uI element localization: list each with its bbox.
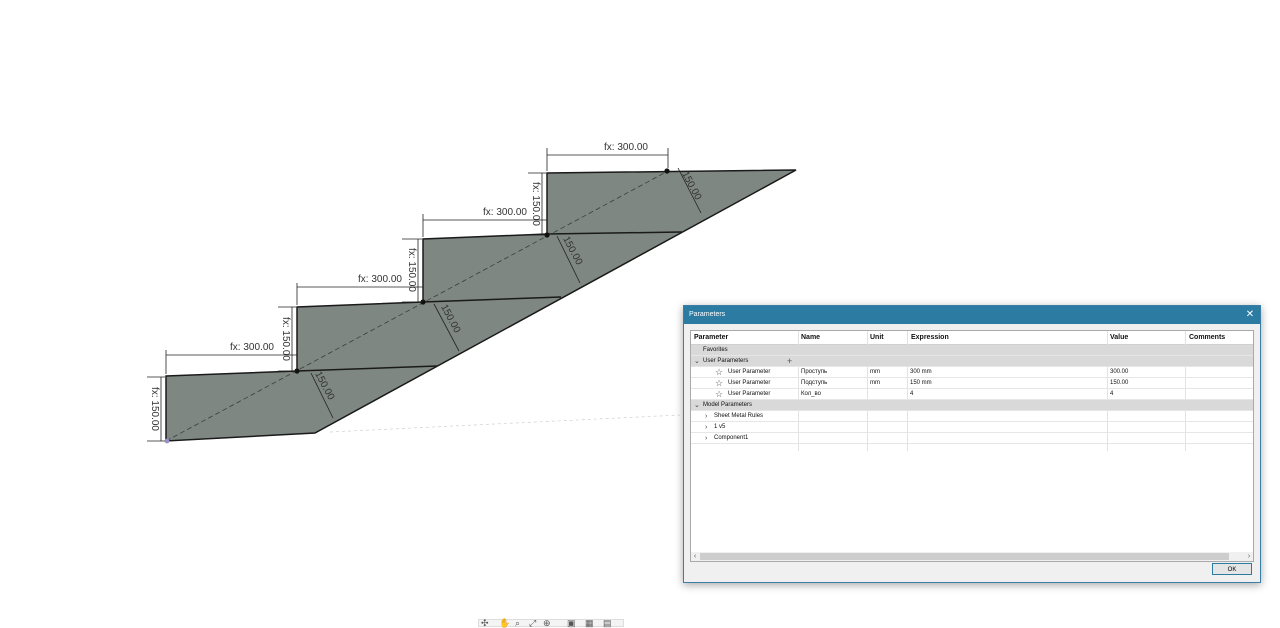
col-header-unit[interactable]: Unit xyxy=(870,331,884,344)
run-dim-3[interactable]: fx: 300.00 xyxy=(483,207,527,218)
param-name[interactable]: Кол_во xyxy=(801,389,821,400)
table-row[interactable]: › Sheet Metal Rules xyxy=(691,411,1253,422)
run-dim-1[interactable]: fx: 300.00 xyxy=(230,342,274,353)
rise-dim-1[interactable]: fx: 150.00 xyxy=(149,387,160,431)
table-row[interactable]: ☆ User Parameter Подступь mm 150 mm 150.… xyxy=(691,378,1253,389)
table-row[interactable]: ☆ User Parameter Проступь mm 300 mm 300.… xyxy=(691,367,1253,378)
user-params-label: User Parameters xyxy=(703,358,749,364)
parameters-dialog: Parameters ✕ Parameter Name Unit Express… xyxy=(683,305,1261,583)
param-value: 300.00 xyxy=(1110,369,1129,375)
param-expression[interactable]: 4 xyxy=(910,389,913,400)
col-header-comments[interactable]: Comments xyxy=(1189,331,1225,344)
param-expression[interactable]: 300 mm xyxy=(910,367,932,378)
dialog-title: Parameters xyxy=(689,311,726,318)
param-type: User Parameter xyxy=(728,391,771,397)
param-type: User Parameter xyxy=(728,380,771,386)
ok-button[interactable]: OK xyxy=(1212,563,1252,575)
sketch-point[interactable] xyxy=(664,168,670,174)
param-value: 4 xyxy=(1110,391,1114,397)
scroll-right-icon[interactable]: › xyxy=(1245,552,1253,561)
model-params-group-row[interactable]: ⌄ Model Parameters xyxy=(691,400,1253,411)
param-unit[interactable]: mm xyxy=(870,378,880,389)
favorites-label: Favorites xyxy=(703,347,728,353)
param-value: 150.00 xyxy=(1110,380,1129,386)
favorites-row[interactable]: Favorites xyxy=(691,345,1253,356)
user-params-group-row[interactable]: ⌄ User Parameters + xyxy=(691,356,1253,367)
horizontal-scrollbar[interactable]: ‹ › xyxy=(691,552,1253,561)
run-dim-2[interactable]: fx: 300.00 xyxy=(358,274,402,285)
col-header-expression[interactable]: Expression xyxy=(911,331,949,344)
chevron-right-icon[interactable]: › xyxy=(705,422,707,433)
model-param-label: Sheet Metal Rules xyxy=(714,413,764,419)
table-header: Parameter Name Unit Expression Value Com… xyxy=(691,331,1253,345)
table-row[interactable]: ☆ User Parameter Кол_во 4 4 xyxy=(691,389,1253,400)
origin-point[interactable] xyxy=(164,438,170,444)
chevron-down-icon[interactable]: ⌄ xyxy=(694,400,700,411)
param-name[interactable]: Проступь xyxy=(801,367,827,378)
projection-line xyxy=(329,414,681,433)
parameters-table: Parameter Name Unit Expression Value Com… xyxy=(690,330,1254,562)
model-param-label: Component1 xyxy=(714,435,749,441)
scroll-left-icon[interactable]: ‹ xyxy=(691,552,699,561)
close-icon[interactable]: ✕ xyxy=(1244,306,1256,324)
model-param-label: 1 v5 xyxy=(714,424,726,430)
rise-dim-3[interactable]: fx: 150.00 xyxy=(406,248,417,292)
param-expression[interactable]: 150 mm xyxy=(910,378,932,389)
param-unit[interactable]: mm xyxy=(870,367,880,378)
col-header-parameter[interactable]: Parameter xyxy=(694,331,728,344)
plus-icon[interactable]: + xyxy=(787,356,792,367)
star-icon[interactable]: ☆ xyxy=(715,378,723,388)
navigation-toolbar: ✣ ✋ ⌕ ⤢ ⊕ ▣ ▦ ▤ xyxy=(478,618,624,628)
run-dim-4[interactable]: fx: 300.00 xyxy=(604,142,648,153)
scrollbar-thumb[interactable] xyxy=(700,553,1229,560)
chevron-down-icon[interactable]: ⌄ xyxy=(694,356,700,367)
dialog-titlebar[interactable]: Parameters ✕ xyxy=(684,306,1260,324)
col-header-name[interactable]: Name xyxy=(801,331,820,344)
col-header-value[interactable]: Value xyxy=(1110,331,1128,344)
table-row[interactable]: › 1 v5 xyxy=(691,422,1253,433)
param-type: User Parameter xyxy=(728,369,771,375)
param-name[interactable]: Подступь xyxy=(801,378,827,389)
chevron-right-icon[interactable]: › xyxy=(705,433,707,444)
star-icon[interactable]: ☆ xyxy=(715,389,723,399)
model-params-label: Model Parameters xyxy=(703,402,753,408)
table-row[interactable]: › Component1 xyxy=(691,433,1253,444)
star-icon[interactable]: ☆ xyxy=(715,367,723,377)
chevron-right-icon[interactable]: › xyxy=(705,411,707,422)
